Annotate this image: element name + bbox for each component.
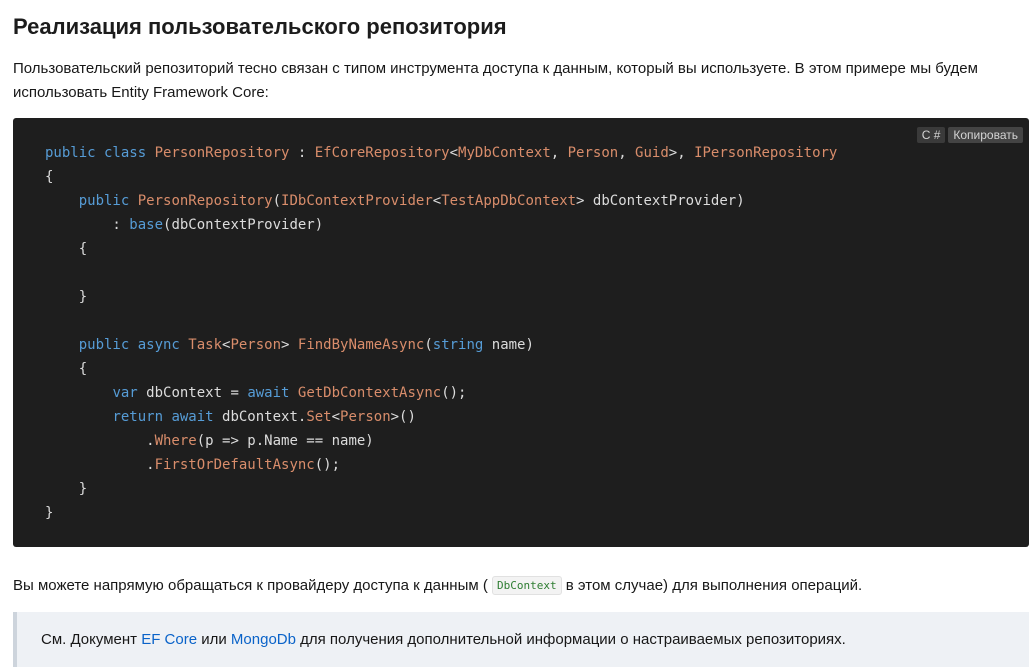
- code-token: <: [449, 145, 459, 161]
- code-line: {: [45, 169, 53, 185]
- code-token: :: [289, 145, 315, 161]
- code-token: ,: [618, 145, 636, 161]
- code-token: public class: [45, 145, 155, 161]
- code-token: var: [112, 385, 147, 401]
- note-text-middle: или: [197, 631, 231, 648]
- code-token: return await: [112, 409, 223, 425]
- code-token: ();: [314, 457, 341, 473]
- code-token: Task: [188, 337, 223, 353]
- code-token: name): [483, 337, 534, 353]
- code-token: IPersonRepository: [694, 145, 838, 161]
- code-token: PersonRepository: [154, 145, 290, 161]
- code-token: {: [45, 361, 88, 377]
- code-content: public class PersonRepository : EfCoreRe…: [45, 141, 837, 525]
- note-text-before: См. Документ: [41, 631, 142, 648]
- code-line: public PersonRepository(IDbContextProvid…: [45, 193, 745, 209]
- code-token: :: [45, 217, 130, 233]
- copy-button[interactable]: Копировать: [948, 127, 1023, 143]
- code-line: var dbContext = await GetDbContextAsync(…: [45, 385, 466, 401]
- code-line: public class PersonRepository : EfCoreRe…: [45, 145, 837, 161]
- page-title: Реализация пользовательского репозитория: [13, 14, 507, 39]
- code-toolbar: C # Копировать: [916, 127, 1023, 143]
- code-token: PersonRepository: [137, 193, 273, 209]
- code-token: Person: [340, 409, 391, 425]
- code-token: }: [45, 505, 54, 521]
- code-token: await: [247, 385, 298, 401]
- code-token: }: [45, 289, 88, 305]
- code-line: .FirstOrDefaultAsync();: [45, 457, 340, 473]
- intro-paragraph: Пользовательский репозиторий тесно связа…: [13, 60, 978, 101]
- code-token: >: [281, 337, 298, 353]
- code-token: >,: [668, 145, 695, 161]
- code-token: ();: [441, 385, 467, 401]
- para-text-before: Вы можете напрямую обращаться к провайде…: [13, 577, 488, 594]
- inline-code-dbcontext: DbContext: [492, 576, 562, 595]
- code-line: return await dbContext.Set<Person>(): [45, 409, 416, 425]
- code-token: .: [45, 433, 155, 449]
- code-line: {: [45, 361, 87, 377]
- code-token: Person: [567, 145, 619, 161]
- code-line: }: [45, 289, 87, 305]
- note-callout: См. Документ EF Core или MongoDb для пол…: [13, 612, 1029, 667]
- code-token: <: [432, 193, 442, 209]
- mongodb-link[interactable]: MongoDb: [231, 631, 296, 648]
- note-text: См. Документ EF Core или MongoDb для пол…: [41, 628, 846, 652]
- code-token: dbContext.: [222, 409, 307, 425]
- code-token: FindByNameAsync: [297, 337, 425, 353]
- code-line: {: [45, 241, 87, 257]
- code-token: <: [331, 409, 341, 425]
- code-line: .Where(p => p.Name == name): [45, 433, 374, 449]
- code-token: >(): [390, 409, 416, 425]
- code-token: Person: [230, 337, 282, 353]
- para-text-after: в этом случае) для выполнения операций.: [565, 577, 863, 594]
- code-token: }: [45, 481, 88, 497]
- code-token: Guid: [635, 145, 669, 161]
- code-token: GetDbContextAsync: [297, 385, 442, 401]
- code-token: {: [45, 241, 88, 257]
- code-token: EfCoreRepository: [314, 145, 450, 161]
- code-token: Where: [154, 433, 197, 449]
- code-token: (p => p.Name == name): [196, 433, 374, 449]
- code-token: public async: [78, 337, 189, 353]
- ef-core-link[interactable]: EF Core: [141, 631, 197, 648]
- note-text-after: для получения дополнительной информации …: [295, 631, 846, 648]
- language-label: C #: [916, 127, 946, 143]
- code-token: .: [45, 457, 155, 473]
- code-block: C # Копировать public class PersonReposi…: [13, 118, 1029, 547]
- code-line: }: [45, 481, 87, 497]
- code-line: : base(dbContextProvider): [45, 217, 323, 233]
- code-token: FirstOrDefaultAsync: [154, 457, 315, 473]
- code-token: TestAppDbContext: [441, 193, 577, 209]
- code-token: {: [45, 169, 54, 185]
- code-token: (: [272, 193, 282, 209]
- code-token: IDbContextProvider: [281, 193, 433, 209]
- code-token: (dbContextProvider): [163, 217, 324, 233]
- dbcontext-paragraph: Вы можете напрямую обращаться к провайде…: [13, 574, 862, 598]
- code-token: MyDbContext: [458, 145, 551, 161]
- code-token: string: [432, 337, 484, 353]
- code-token: > dbContextProvider): [576, 193, 745, 209]
- code-token: (: [424, 337, 433, 353]
- code-token: Set: [306, 409, 332, 425]
- code-token: public: [78, 193, 138, 209]
- code-token: ,: [550, 145, 568, 161]
- code-line: public async Task<Person> FindByNameAsyn…: [45, 337, 534, 353]
- code-token: dbContext =: [146, 385, 248, 401]
- code-token: base: [129, 217, 164, 233]
- code-line: }: [45, 505, 53, 521]
